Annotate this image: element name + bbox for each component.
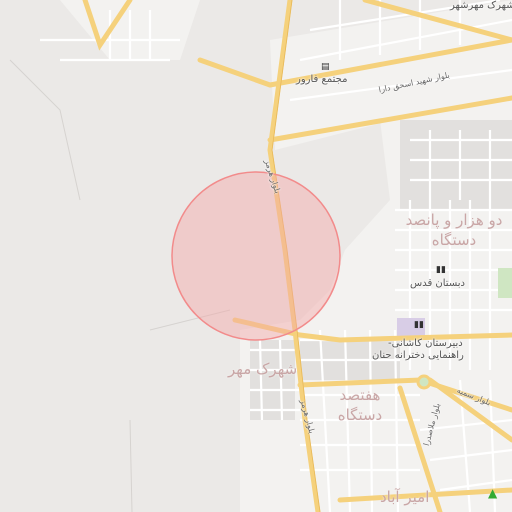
place-label-kashani-school[interactable]: دبیرستان کاشانی- [388,338,463,349]
place-label-quds-school[interactable]: دبستان قدس [410,278,465,289]
area-label-2500-units: دو هزار و پانصد دستگاه [405,211,503,249]
school-icon[interactable]: ▮▮ [414,320,424,330]
place-label-mehrshahr[interactable]: شهرک مهرشهر [450,0,512,11]
school-icon[interactable]: ▮▮ [436,265,446,275]
roundabout [416,374,432,390]
map-view[interactable]: ▤ ▮▮ ▮▮ ▲ مجتمع فارور دبستان قدس دبیرستا… [0,0,512,512]
hotel-icon[interactable]: ▤ [321,62,330,72]
area-label-700-units: هفتصد دستگاه [337,386,383,424]
highlight-circle [171,171,341,341]
area-label-amirabad: امیر آباد [380,488,430,506]
park-icon[interactable]: ▲ [488,487,497,499]
green-areas [498,268,512,298]
place-label-farvar-complex[interactable]: مجتمع فارور [296,74,347,85]
area-label-mehr-town: شهرک مهر [228,360,298,378]
place-label-kashani-school-sub[interactable]: راهنمایی دخترانه حنان [372,350,464,361]
